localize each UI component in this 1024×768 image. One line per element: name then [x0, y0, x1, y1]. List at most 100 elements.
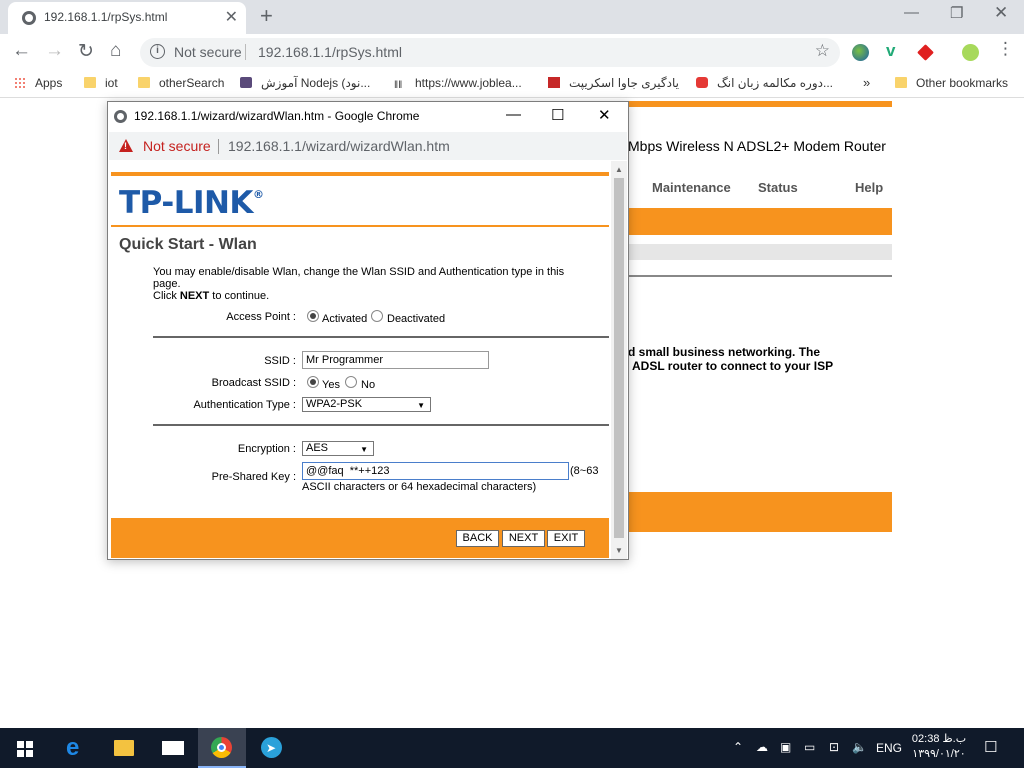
- encryption-select[interactable]: AES ▼: [302, 441, 374, 456]
- folder-icon: [138, 77, 150, 88]
- auth-type-label: Authentication Type :: [193, 399, 296, 411]
- url-text: 192.168.1.1/rpSys.html: [258, 44, 402, 60]
- bookmark-joblearn[interactable]: ǁǁ https://www.joblea...: [394, 76, 522, 91]
- volume-icon[interactable]: 🔈: [852, 740, 867, 754]
- access-point-deactivated-radio[interactable]: [371, 310, 383, 322]
- minimize-icon[interactable]: —: [904, 4, 919, 21]
- bookmark-other[interactable]: Other bookmarks: [895, 76, 1008, 90]
- divider: [245, 44, 246, 60]
- orange-header-bar: [111, 172, 609, 176]
- next-button[interactable]: NEXT: [502, 530, 545, 547]
- minimize-icon[interactable]: —: [506, 106, 521, 123]
- edge-icon[interactable]: e: [52, 728, 100, 768]
- psk-input[interactable]: [302, 462, 569, 480]
- bookmarks-bar: Apps iot otherSearch آموزش Nodejs (نود..…: [0, 70, 1024, 98]
- popup-window-title: 192.168.1.1/wizard/wizardWlan.htm - Goog…: [134, 109, 420, 123]
- globe-icon: [114, 110, 127, 123]
- broadcast-yes-radio[interactable]: [307, 376, 319, 388]
- bg-menu-maintenance[interactable]: Maintenance: [652, 180, 731, 195]
- cloud-icon[interactable]: ☁: [756, 740, 768, 754]
- psk-hint: (8~63: [570, 465, 599, 477]
- profile-avatar[interactable]: [962, 44, 979, 61]
- popup-address-bar[interactable]: Not secure 192.168.1.1/wizard/wizardWlan…: [109, 132, 627, 160]
- extension-globe-icon[interactable]: [852, 44, 869, 61]
- access-point-activated-radio[interactable]: [307, 310, 319, 322]
- mail-icon[interactable]: [148, 728, 196, 768]
- broadcast-ssid-label: Broadcast SSID :: [211, 377, 296, 389]
- bg-menu-help[interactable]: Help: [855, 180, 883, 195]
- section-divider: [153, 424, 609, 426]
- dropdown-arrow-icon: ▼: [360, 445, 368, 454]
- divider: [218, 139, 219, 154]
- menu-dots-icon[interactable]: ⋮: [997, 39, 1014, 59]
- file-explorer-icon[interactable]: [100, 728, 148, 768]
- apps-grid-icon: [14, 77, 26, 88]
- popup-scrollbar[interactable]: ▲ ▼: [611, 161, 627, 559]
- address-bar[interactable]: i Not secure 192.168.1.1/rpSys.html ☆: [140, 38, 840, 67]
- security-label: Not secure: [143, 138, 211, 154]
- info-icon[interactable]: i: [150, 44, 165, 59]
- broadcast-no-radio[interactable]: [345, 376, 357, 388]
- battery-icon[interactable]: ▭: [804, 740, 815, 754]
- back-icon[interactable]: ←: [12, 40, 31, 62]
- language-indicator[interactable]: ENG: [876, 741, 902, 755]
- tab-title: 192.168.1.1/rpSys.html: [44, 10, 168, 24]
- popup-title-bar: 192.168.1.1/wizard/wizardWlan.htm - Goog…: [108, 102, 628, 130]
- no-label: No: [361, 379, 376, 391]
- auth-type-select[interactable]: WPA2-PSK ▼: [302, 397, 431, 412]
- psk-hint-detail: ASCII characters or 64 hexadecimal chara…: [302, 481, 537, 493]
- bookmark-nodejs[interactable]: آموزش Nodejs (نود...: [240, 76, 370, 90]
- page-title: Quick Start - Wlan: [119, 236, 257, 253]
- scrollbar-thumb[interactable]: [614, 178, 624, 538]
- red-extension-icon[interactable]: [917, 44, 934, 61]
- tplink-logo: TP-LINK®: [119, 185, 264, 221]
- clock[interactable]: 02:38 ب.ظ ۱۳۹۹/۰۱/۲۰: [905, 732, 973, 762]
- restore-icon[interactable]: ❐: [950, 4, 963, 22]
- tray-app-icon[interactable]: ▣: [780, 740, 791, 754]
- ssid-input[interactable]: [302, 351, 489, 369]
- bookmark-javascript[interactable]: یادگیری جاوا اسکریپت: [548, 76, 679, 90]
- close-window-icon[interactable]: ✕: [598, 106, 611, 124]
- description: You may enable/disable Wlan, change the …: [153, 266, 565, 302]
- bookmarks-overflow[interactable]: »: [863, 75, 870, 90]
- bookmark-iot[interactable]: iot: [84, 76, 118, 90]
- site-icon: [240, 77, 252, 88]
- tray-expand-icon[interactable]: ⌃: [733, 740, 743, 754]
- browser-tab[interactable]: 192.168.1.1/rpSys.html ✕: [8, 2, 246, 34]
- network-icon[interactable]: ⊡: [829, 740, 839, 754]
- bookmark-star-icon[interactable]: ☆: [815, 41, 830, 61]
- url-text: 192.168.1.1/wizard/wizardWlan.htm: [228, 138, 450, 154]
- security-label: Not secure: [174, 44, 242, 60]
- bookmark-othersearch[interactable]: otherSearch: [138, 76, 224, 90]
- scroll-down-icon[interactable]: ▼: [615, 546, 623, 555]
- maximize-icon[interactable]: ☐: [551, 106, 564, 124]
- close-window-icon[interactable]: ✕: [994, 3, 1008, 23]
- telegram-icon[interactable]: ➤: [247, 728, 295, 768]
- bg-menu-status[interactable]: Status: [758, 180, 798, 195]
- warning-icon: [119, 139, 133, 152]
- bg-orange-footer: [628, 492, 892, 532]
- access-point-label: Access Point :: [226, 311, 296, 323]
- new-tab-icon[interactable]: +: [260, 3, 273, 29]
- yes-label: Yes: [322, 379, 340, 391]
- scroll-up-icon[interactable]: ▲: [615, 165, 623, 174]
- reload-icon[interactable]: ↻: [78, 40, 94, 63]
- home-icon[interactable]: ⌂: [110, 40, 121, 62]
- activated-label: Activated: [322, 313, 368, 325]
- folder-icon: [895, 77, 907, 88]
- bg-text-line: ADSL router to connect to your ISP: [632, 359, 834, 373]
- folder-icon: [84, 77, 96, 88]
- exit-button[interactable]: EXIT: [547, 530, 585, 547]
- chrome-icon[interactable]: [198, 728, 246, 768]
- windows-start-icon[interactable]: [17, 741, 33, 757]
- bg-orange-band: [628, 208, 892, 235]
- bookmark-apps[interactable]: Apps: [14, 76, 62, 90]
- back-button[interactable]: BACK: [456, 530, 499, 547]
- bg-gray-band: [628, 244, 892, 260]
- notifications-icon[interactable]: ☐: [984, 738, 997, 756]
- bookmark-english[interactable]: دوره مکالمه زبان انگ...: [696, 76, 833, 90]
- vimeo-extension-icon[interactable]: v: [886, 41, 903, 60]
- forward-icon[interactable]: →: [45, 40, 64, 62]
- close-tab-icon[interactable]: ✕: [225, 7, 238, 27]
- encryption-label: Encryption :: [237, 443, 296, 455]
